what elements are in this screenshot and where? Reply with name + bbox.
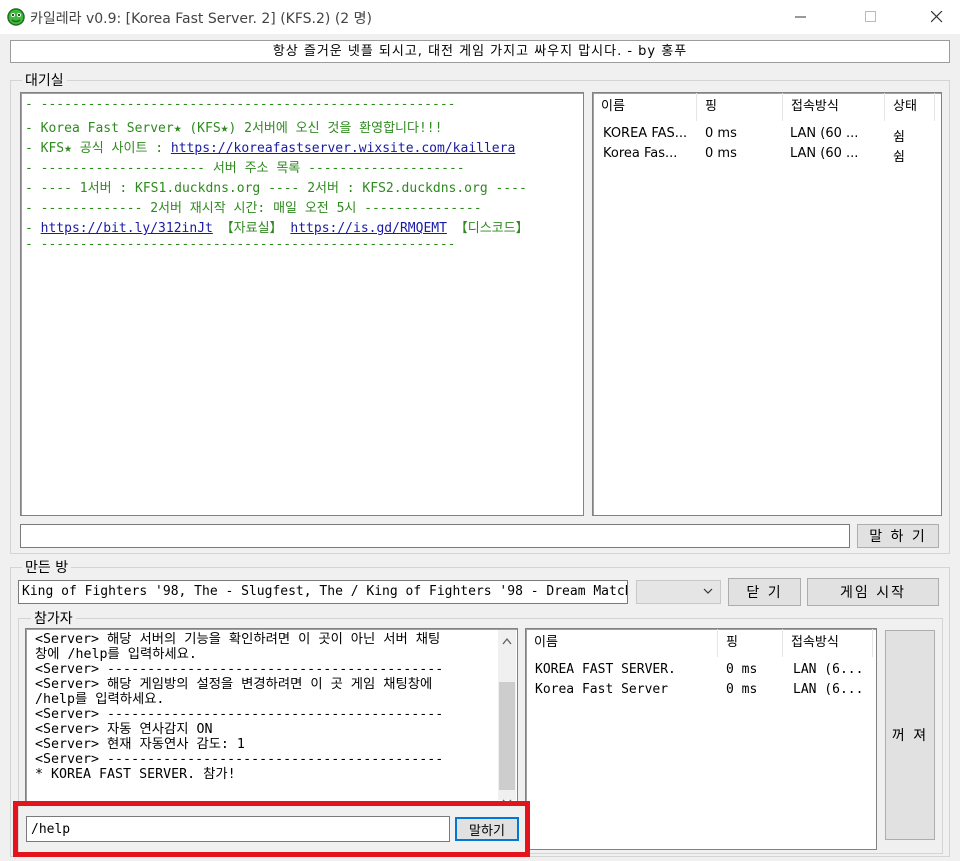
chat-line: <Server> 해당 서버의 기능을 확인하려면 이 곳이 아닌 서버 채팅: [35, 632, 441, 647]
user-connection: LAN (6...: [793, 682, 864, 697]
chat-line: - ---- 1서버 : KFS1.duckdns.org ---- 2서버 :…: [25, 181, 527, 196]
user-name[interactable]: KOREA FAS...: [603, 126, 687, 141]
chat-line: - --------------------- 서버 주소 목록 -------…: [25, 161, 465, 176]
user-connection: LAN (60 ...: [790, 126, 859, 141]
close-room-button[interactable]: 닫 기: [728, 578, 801, 606]
column-header-ping[interactable]: 핑: [718, 629, 783, 657]
game-chat-scrollbar[interactable]: [498, 630, 516, 805]
column-header-connection[interactable]: 접속방식: [783, 93, 885, 121]
chat-line: - --------------------------------------…: [25, 97, 456, 112]
user-ping: 0 ms: [726, 662, 758, 677]
game-user-list[interactable]: 이름 핑 접속방식 KOREA FAST SERVER. 0 ms LAN (6…: [525, 628, 877, 850]
user-status: 쉼: [893, 130, 905, 145]
column-header-name[interactable]: 이름: [526, 629, 718, 657]
maximize-icon[interactable]: [848, 0, 894, 34]
scroll-up-icon[interactable]: [502, 634, 512, 649]
lobby-send-button[interactable]: 말 하 기: [857, 524, 939, 548]
user-name[interactable]: Korea Fast Server: [535, 682, 668, 697]
chat-line: - Korea Fast Server★ (KFS★) 2서버에 오신 것을 환…: [25, 121, 443, 136]
chevron-down-icon: [702, 585, 714, 601]
archive-link[interactable]: https://bit.ly/312inJt: [41, 221, 213, 236]
room-label: 만든 방: [22, 557, 72, 577]
chat-line: <Server> 현재 자동연사 감도: 1: [35, 737, 245, 752]
official-site-link[interactable]: https://koreafastserver.wixsite.com/kail…: [171, 141, 515, 156]
participants-label: 참가자: [31, 608, 76, 628]
user-ping: 0 ms: [705, 126, 737, 141]
highlight-box: [13, 801, 530, 857]
chat-line: * KOREA FAST SERVER. 참가!: [35, 767, 236, 782]
chat-line: - KFS★ 공식 사이트 : https://koreafastserver.…: [25, 141, 516, 156]
game-chat-log[interactable]: <Server> 해당 서버의 기능을 확인하려면 이 곳이 아닌 서버 채팅 …: [25, 628, 518, 802]
user-ping: 0 ms: [705, 146, 737, 161]
scroll-thumb[interactable]: [499, 682, 515, 790]
chat-line: /help를 입력하세요.: [35, 692, 165, 707]
chat-line: 창에 /help를 입력하세요.: [35, 647, 197, 662]
lobby-chat-input[interactable]: [20, 524, 850, 548]
user-ping: 0 ms: [726, 682, 758, 697]
minimize-icon[interactable]: [778, 0, 824, 34]
user-name[interactable]: Korea Fas...: [603, 146, 677, 161]
kick-button[interactable]: 꺼 져: [885, 630, 935, 840]
column-header-ping[interactable]: 핑: [697, 93, 783, 121]
window-title: 카일레라 v0.9: [Korea Fast Server. 2] (KFS.2…: [30, 11, 372, 27]
start-game-button[interactable]: 게임 시작: [807, 578, 939, 606]
lobby-label: 대기실: [22, 70, 67, 90]
chat-line: <Server> -------------------------------…: [35, 707, 444, 722]
user-connection: LAN (60 ...: [790, 146, 859, 161]
chat-line: <Server> -------------------------------…: [35, 662, 444, 677]
column-header-connection[interactable]: 접속방식: [783, 629, 873, 657]
user-connection: LAN (6...: [793, 662, 864, 677]
game-name-field[interactable]: King of Fighters '98, The - Slugfest, Th…: [18, 580, 628, 604]
discord-link[interactable]: https://is.gd/RMQEMT: [290, 221, 447, 236]
close-icon[interactable]: [914, 0, 960, 34]
chat-line: <Server> 해당 게임방의 설정을 변경하려면 이 곳 게임 채팅창에: [35, 677, 433, 692]
lobby-user-list[interactable]: 이름 핑 접속방식 상태 KOREA FAS... 0 ms LAN (60 .…: [592, 92, 942, 516]
chat-line: - ------------- 2서버 재시작 시간: 매일 오전 5시 ---…: [25, 201, 482, 216]
game-combo[interactable]: [636, 580, 721, 604]
chat-line: <Server> -------------------------------…: [35, 752, 444, 767]
kaillera-app-icon: [6, 7, 26, 27]
lobby-chat-log[interactable]: - --------------------------------------…: [20, 92, 584, 516]
column-header-name[interactable]: 이름: [593, 93, 697, 121]
message-of-the-day: 항상 즐거운 넷플 되시고, 대전 게임 가지고 싸우지 맙시다. - by 홍…: [10, 40, 950, 63]
chat-line: <Server> 자동 연사감지 ON: [35, 722, 213, 737]
user-name[interactable]: KOREA FAST SERVER.: [535, 662, 676, 677]
chat-line: - https://bit.ly/312inJt 【자료실】 https://i…: [25, 221, 529, 236]
user-status: 쉼: [893, 150, 905, 165]
chat-line: - --------------------------------------…: [25, 237, 456, 252]
column-header-status[interactable]: 상태: [885, 93, 935, 121]
